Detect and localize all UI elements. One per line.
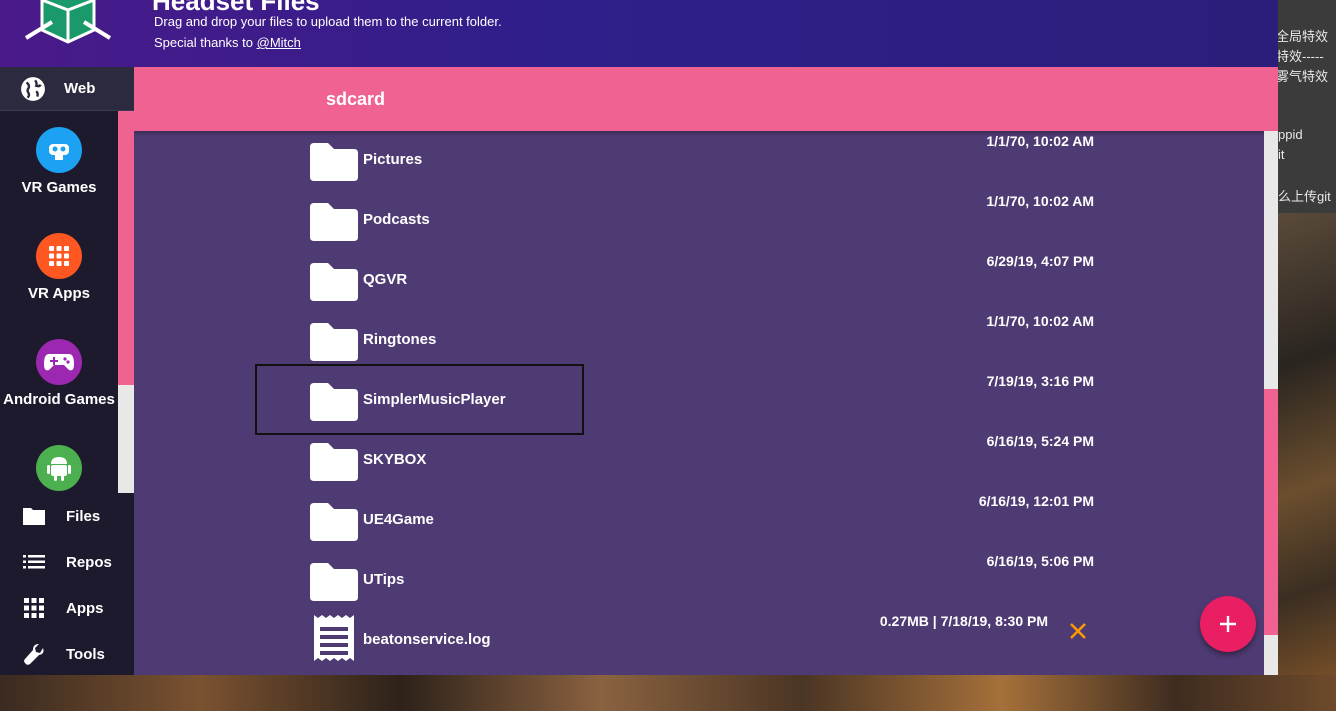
- tile-vr-games[interactable]: VR Games: [0, 111, 118, 217]
- sidebar-item-repos[interactable]: Repos: [0, 539, 134, 585]
- file-name: Pictures: [363, 151, 423, 168]
- file-name: SKYBOX: [363, 451, 427, 468]
- file-date: 1/1/70, 10:02 AM: [986, 133, 1094, 149]
- folder-icon: [310, 203, 358, 241]
- upload-hint: Drag and drop your files to upload them …: [154, 14, 502, 29]
- plus-icon: [1220, 616, 1236, 632]
- tiles-scrollbar[interactable]: [118, 111, 134, 493]
- file-row[interactable]: UTips 6/16/19, 5:06 PM: [134, 551, 1254, 611]
- background-text-5: it: [1278, 147, 1285, 162]
- folder-icon: [23, 508, 45, 525]
- tiles-scrollbar-thumb[interactable]: [118, 111, 134, 385]
- sidebar-item-label: Apps: [66, 599, 104, 617]
- app-logo-icon: [24, 0, 112, 44]
- apps-grid-icon: [24, 598, 44, 618]
- file-row-selected[interactable]: SimplerMusicPlayer 7/19/19, 3:16 PM: [134, 371, 1254, 431]
- background-wallpaper: [1278, 213, 1336, 711]
- background-wallpaper-bottom: [0, 675, 1336, 711]
- folder-icon: [310, 563, 358, 601]
- file-name: SimplerMusicPlayer: [363, 391, 506, 408]
- thanks-prefix: Special thanks to: [154, 35, 257, 50]
- list-icon: [23, 555, 45, 569]
- category-tiles: VR Games VR Apps Android Games: [0, 111, 118, 493]
- folder-icon: [310, 143, 358, 181]
- current-path: sdcard: [326, 89, 386, 109]
- file-row[interactable]: Podcasts 1/1/70, 10:02 AM: [134, 191, 1254, 251]
- tile-label: VR Apps: [28, 285, 90, 302]
- file-date: 7/19/19, 3:16 PM: [986, 373, 1094, 389]
- sidebar-item-label: Repos: [66, 553, 112, 571]
- file-date: 6/16/19, 5:06 PM: [986, 553, 1094, 569]
- file-date: 6/16/19, 5:24 PM: [986, 433, 1094, 449]
- gamepad-icon: [36, 339, 82, 385]
- sidebar-item-label: Web: [64, 80, 96, 97]
- file-row[interactable]: Pictures 1/1/70, 10:02 AM: [134, 131, 1254, 191]
- sidebar: Web VR Games VR Apps Android Games Files…: [0, 67, 134, 675]
- file-name: beatonservice.log: [363, 631, 491, 648]
- android-icon: [36, 445, 82, 491]
- file-list-scrollbar[interactable]: [1264, 131, 1278, 675]
- folder-icon: [310, 323, 358, 361]
- sidebar-item-tools[interactable]: Tools: [0, 631, 134, 677]
- file-name: UTips: [363, 571, 405, 588]
- file-list-scrollbar-thumb[interactable]: [1264, 389, 1278, 635]
- background-text-3: 雾气特效: [1276, 69, 1329, 84]
- add-button[interactable]: [1200, 596, 1256, 652]
- grid-icon: [36, 233, 82, 279]
- file-meta: 0.27MB | 7/18/19, 8:30 PM: [879, 613, 1048, 629]
- file-row[interactable]: SKYBOX 6/16/19, 5:24 PM: [134, 431, 1254, 491]
- globe-icon: [21, 76, 45, 101]
- sidebar-item-label: Tools: [66, 645, 105, 663]
- thanks-link[interactable]: @Mitch: [257, 35, 301, 50]
- vr-headset-icon: [36, 127, 82, 173]
- tile-android-games[interactable]: Android Games: [0, 323, 118, 429]
- tile-vr-apps[interactable]: VR Apps: [0, 217, 118, 323]
- tile-label: Android Games: [3, 391, 115, 408]
- file-date: 6/29/19, 4:07 PM: [986, 253, 1094, 269]
- tile-label: VR Games: [21, 179, 97, 196]
- file-date: 6/16/19, 12:01 PM: [978, 493, 1094, 509]
- app-header: Headset Files Drag and drop your files t…: [0, 0, 1278, 67]
- background-text-1: 全局特效: [1276, 29, 1329, 44]
- background-text-2: 特效-----: [1276, 49, 1324, 64]
- path-bar: sdcard: [134, 67, 1278, 131]
- folder-icon: [310, 383, 358, 421]
- file-name: UE4Game: [363, 511, 434, 528]
- file-name: QGVR: [363, 271, 408, 288]
- sidebar-item-label: Files: [66, 507, 101, 525]
- file-row[interactable]: Ringtones 1/1/70, 10:02 AM: [134, 311, 1254, 371]
- folder-icon: [310, 263, 358, 301]
- folder-icon: [310, 503, 358, 541]
- file-row[interactable]: QGVR 6/29/19, 4:07 PM: [134, 251, 1254, 311]
- background-text-4: ppid: [1278, 127, 1303, 142]
- thanks-line: Special thanks to @Mitch: [154, 35, 301, 50]
- document-icon: [314, 615, 354, 661]
- file-name: Podcasts: [363, 211, 430, 228]
- sidebar-item-files[interactable]: Files: [0, 493, 134, 539]
- sidebar-nav: Files Repos Apps Tools: [0, 493, 134, 675]
- file-row-partial[interactable]: [134, 671, 1254, 675]
- background-text-6: 么上传git: [1278, 189, 1331, 204]
- file-name: Ringtones: [363, 331, 437, 348]
- folder-icon: [310, 443, 358, 481]
- tile-android-apps[interactable]: [0, 429, 118, 493]
- file-browser: sdcard Pictures 1/1/70, 10:02 AM Podcast…: [134, 67, 1278, 675]
- file-row[interactable]: beatonservice.log 0.27MB | 7/18/19, 8:30…: [134, 611, 1254, 671]
- file-date: 1/1/70, 10:02 AM: [986, 313, 1094, 329]
- file-date: 1/1/70, 10:02 AM: [986, 193, 1094, 209]
- sidebar-item-web[interactable]: Web: [0, 67, 134, 111]
- sidebar-item-apps[interactable]: Apps: [0, 585, 134, 631]
- file-row[interactable]: UE4Game 6/16/19, 12:01 PM: [134, 491, 1254, 551]
- delete-icon[interactable]: [1068, 621, 1088, 641]
- wrench-icon: [24, 644, 44, 665]
